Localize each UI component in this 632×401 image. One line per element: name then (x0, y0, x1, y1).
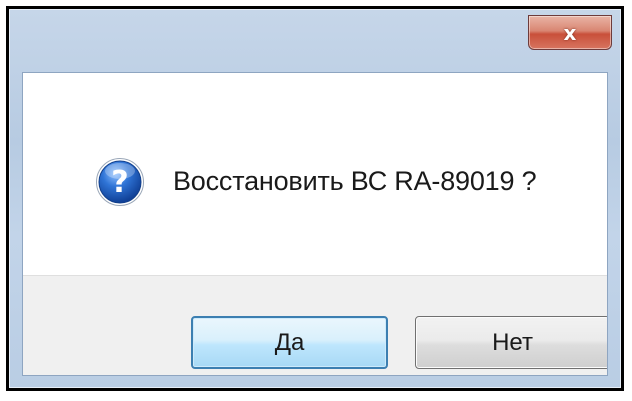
title-bar[interactable]: x (9, 9, 621, 73)
close-icon[interactable]: x (564, 23, 577, 43)
button-area: Да Нет (23, 275, 607, 375)
yes-button[interactable]: Да (191, 316, 388, 369)
no-button[interactable]: Нет (415, 316, 607, 369)
svg-text:?: ? (111, 165, 128, 200)
dialog-client-area: ? Восстановить ВС RA-89019 ? Да Нет (22, 72, 608, 376)
close-button[interactable]: x (528, 15, 612, 50)
message-dialog: x ? Восстановить ВС RA-89019 ? Да Нет (6, 6, 624, 391)
question-icon: ? (96, 158, 144, 206)
message-area: ? Восстановить ВС RA-89019 ? (23, 73, 607, 275)
message-text: Восстановить ВС RA-89019 ? (173, 166, 537, 196)
